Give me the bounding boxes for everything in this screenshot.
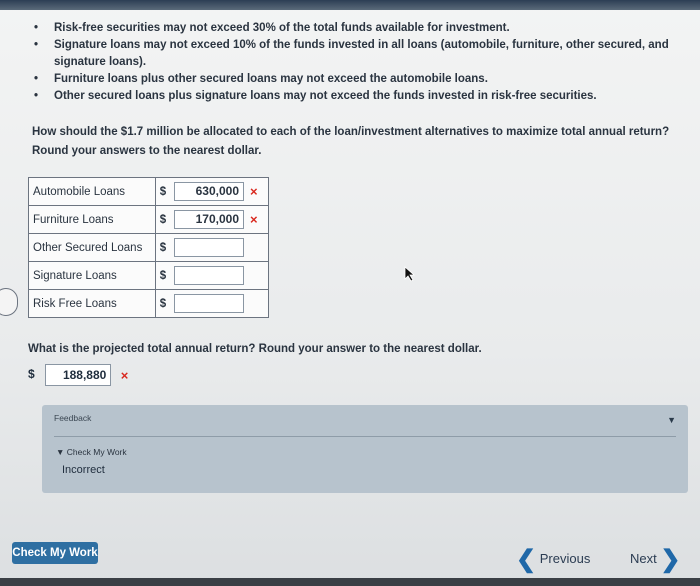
- automobile-loans-input[interactable]: 630,000: [174, 182, 244, 201]
- expand-icon[interactable]: ▼: [667, 415, 676, 425]
- chevron-right-icon: ❯: [660, 546, 681, 573]
- total-return-question: What is the projected total annual retur…: [28, 343, 482, 355]
- row-label: Other Secured Loans: [28, 233, 156, 262]
- list-item: • Signature loans may not exceed 10% of t…: [34, 39, 669, 68]
- chevron-left-icon: ❮: [516, 546, 537, 573]
- bullet-icon: •: [34, 39, 39, 51]
- list-item: • Other secured loans plus signature loan…: [28, 88, 688, 105]
- list-item: • Furniture loans plus other secured loan…: [28, 71, 688, 88]
- previous-label: Previous: [539, 551, 591, 566]
- risk-free-loans-input[interactable]: [174, 294, 244, 313]
- feedback-panel: Feedback ▼ ▼ Check My Work Incorrect: [42, 405, 688, 493]
- side-tab[interactable]: [0, 288, 18, 316]
- currency-symbol: $: [28, 367, 35, 382]
- table-row: Signature Loans $: [28, 261, 269, 290]
- row-label: Risk Free Loans: [28, 289, 156, 318]
- currency-symbol: $: [155, 177, 170, 206]
- incorrect-icon: ×: [120, 367, 129, 383]
- bullet-icon: •: [34, 73, 39, 85]
- check-my-work-toggle[interactable]: ▼ Check My Work: [56, 447, 127, 457]
- table-row: Furniture Loans $ 170,000 ×: [28, 205, 269, 234]
- bullet-icon: •: [34, 22, 39, 34]
- mouse-cursor-icon: [404, 266, 416, 282]
- table-row: Automobile Loans $ 630,000 ×: [28, 177, 269, 206]
- incorrect-icon: ×: [250, 212, 258, 227]
- feedback-result: Incorrect: [62, 464, 105, 476]
- currency-symbol: $: [155, 205, 170, 234]
- divider: [54, 436, 676, 437]
- currency-symbol: $: [155, 261, 170, 290]
- bottom-bar: [0, 578, 700, 586]
- other-secured-loans-input[interactable]: [174, 238, 244, 257]
- next-label: Next: [630, 551, 657, 566]
- bullet-icon: •: [34, 90, 39, 102]
- top-bar: [0, 0, 700, 10]
- furniture-loans-input[interactable]: 170,000: [174, 210, 244, 229]
- constraints-list: • Risk-free securities may not exceed 30%…: [28, 20, 688, 105]
- feedback-title: Feedback: [54, 413, 92, 423]
- total-return-input[interactable]: 188,880: [45, 364, 112, 386]
- allocation-question: How should the $1.7 million be allocated…: [32, 126, 670, 157]
- table-row: Other Secured Loans $: [28, 233, 269, 262]
- list-item: • Risk-free securities may not exceed 30%…: [28, 20, 688, 37]
- currency-symbol: $: [155, 289, 170, 318]
- row-label: Automobile Loans: [28, 177, 156, 206]
- incorrect-icon: ×: [250, 184, 258, 199]
- previous-button[interactable]: ❮ Previous: [516, 545, 590, 574]
- currency-symbol: $: [155, 233, 170, 262]
- page: • Risk-free securities may not exceed 30%…: [0, 0, 700, 586]
- signature-loans-input[interactable]: [174, 266, 244, 285]
- next-button[interactable]: Next ❯: [630, 545, 680, 574]
- check-my-work-button[interactable]: Check My Work: [12, 542, 98, 564]
- table-row: Risk Free Loans $: [28, 289, 269, 318]
- row-label: Signature Loans: [28, 261, 156, 290]
- allocation-table: Automobile Loans $ 630,000 × Furniture Lo…: [28, 177, 269, 318]
- collapse-icon: ▼: [56, 447, 65, 457]
- total-return-row: $ 188,880 ×: [28, 364, 128, 386]
- check-my-work-label: Check My Work: [66, 447, 127, 457]
- row-label: Furniture Loans: [28, 205, 156, 234]
